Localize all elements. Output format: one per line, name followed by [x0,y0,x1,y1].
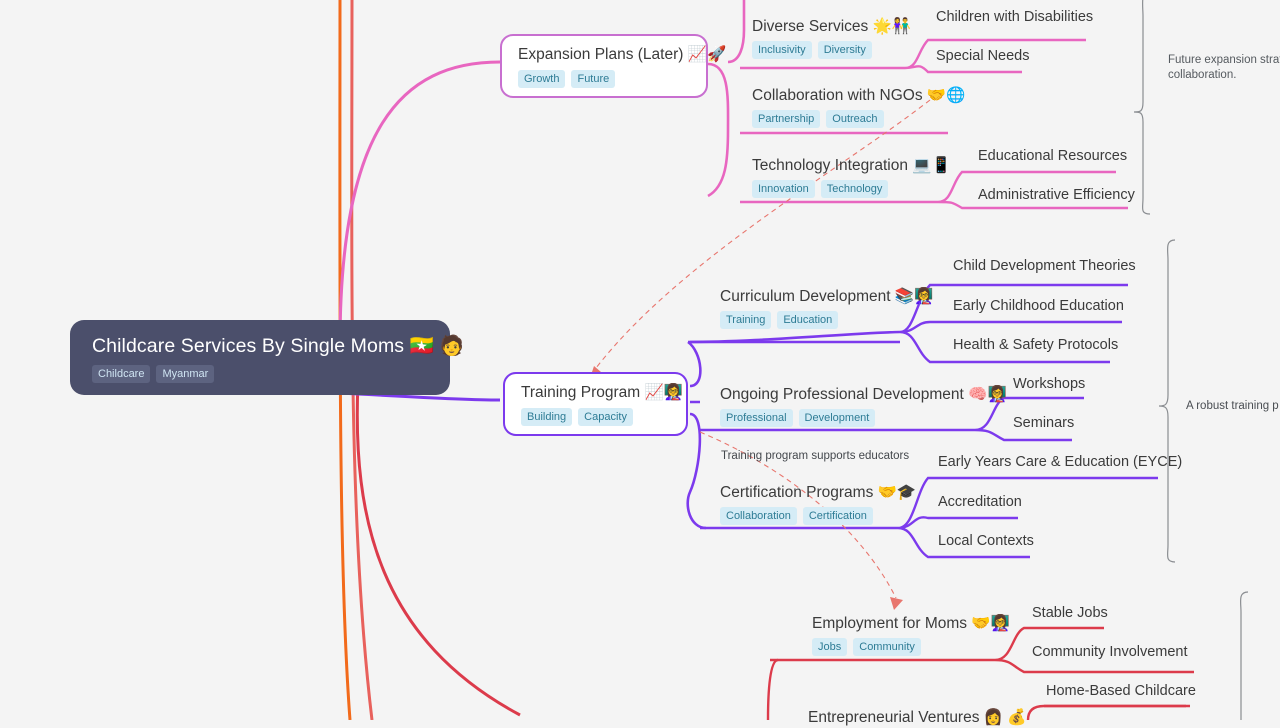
tag-future[interactable]: Future [571,70,616,88]
note-training-supports-educators: Training program supports educators [721,450,910,462]
leaf-accreditation[interactable]: Accreditation [938,493,1022,512]
node-training-program-tags: Building Capacity [521,408,672,426]
node-ongoing-professional-development-title: Ongoing Professional Development 🧠👩‍🏫 [720,386,1007,403]
edge-expansion-diverse [727,0,746,64]
node-curriculum-development-tags: Training Education [720,311,933,329]
tag-diversity[interactable]: Diversity [817,41,872,59]
tag-community[interactable]: Community [853,638,921,656]
leaf-workshops[interactable]: Workshops [1013,375,1085,394]
leaf-child-development-theories[interactable]: Child Development Theories [953,257,1136,276]
node-expansion-plans[interactable]: Expansion Plans (Later) 📈🚀 Growth Future [500,34,727,98]
node-training-program[interactable]: Training Program 📈👩‍🏫 Building Capacity [503,372,688,436]
tag-professional[interactable]: Professional [720,409,793,427]
tag-training[interactable]: Training [720,311,772,329]
tag-growth[interactable]: Growth [518,70,566,88]
edge-curriculum-join [687,330,901,344]
leaf-seminars[interactable]: Seminars [1013,414,1074,433]
leaf-health-safety-protocols[interactable]: Health & Safety Protocols [953,336,1118,355]
tag-education[interactable]: Education [777,311,839,329]
relation-arrowhead-employment [890,597,903,610]
root-node[interactable]: Childcare Services By Single Moms 🇲🇲 🧑 C… [70,320,464,395]
leaf-child-development-theories-label: Child Development Theories [953,258,1136,274]
leaf-administrative-efficiency-label: Administrative Efficiency [978,187,1135,203]
root-title: Childcare Services By Single Moms 🇲🇲 🧑 [92,335,464,357]
leaf-early-childhood-education[interactable]: Early Childhood Education [953,297,1124,316]
leaf-community-involvement[interactable]: Community Involvement [1032,643,1188,662]
node-curriculum-development[interactable]: Curriculum Development 📚👩‍🏫 Training Edu… [720,287,933,329]
node-certification-programs-title: Certification Programs 🤝🎓 [720,484,917,501]
tag-certification[interactable]: Certification [802,507,873,525]
edge-expansion-trunk [707,62,730,198]
leaf-local-contexts[interactable]: Local Contexts [938,532,1034,551]
tag-jobs[interactable]: Jobs [812,638,848,656]
summary-text-training: A robust training p [1186,400,1279,412]
node-collaboration-ngos-title: Collaboration with NGOs 🤝🌐 [752,87,966,104]
leaf-local-contexts-label: Local Contexts [938,533,1034,549]
node-diverse-services-tags: Inclusivity Diversity [752,41,911,59]
node-technology-integration[interactable]: Technology Integration 💻📱 Innovation Tec… [752,156,951,198]
leaf-accreditation-label: Accreditation [938,494,1022,510]
root-tag-myanmar[interactable]: Myanmar [156,365,215,383]
node-employment-for-moms[interactable]: Employment for Moms 🤝👩‍🏫 Jobs Community [812,614,1010,656]
node-entrepreneurial-ventures[interactable]: Entrepreneurial Ventures 👩 💰 [808,708,1027,728]
node-curriculum-development-title: Curriculum Development 📚👩‍🏫 [720,288,934,305]
node-entrepreneurial-ventures-title: Entrepreneurial Ventures 👩 💰 [808,709,1027,726]
node-diverse-services[interactable]: Diverse Services 🌟👫 Inclusivity Diversit… [752,17,911,59]
tag-collaboration[interactable]: Collaboration [720,507,797,525]
summary-text-expansion: Future expansion strate collaboration. [1168,54,1280,81]
leaf-seminars-label: Seminars [1013,415,1075,431]
leaf-eyce-label: Early Years Care & Education (EYCE) [938,454,1183,470]
node-technology-integration-tags: Innovation Technology [752,180,951,198]
node-collaboration-ngos[interactable]: Collaboration with NGOs 🤝🌐 Partnership O… [752,86,965,128]
tag-innovation[interactable]: Innovation [752,180,815,198]
leaf-stable-jobs[interactable]: Stable Jobs [1032,604,1108,623]
tag-inclusivity[interactable]: Inclusivity [752,41,812,59]
leaf-educational-resources-label: Educational Resources [978,148,1128,164]
leaf-administrative-efficiency[interactable]: Administrative Efficiency [978,186,1135,205]
tag-partnership[interactable]: Partnership [752,110,821,128]
node-expansion-plans-title: Expansion Plans (Later) 📈🚀 [518,46,727,63]
tag-building[interactable]: Building [521,408,573,426]
leaf-early-childhood-education-label: Early Childhood Education [953,298,1124,314]
leaf-community-involvement-label: Community Involvement [1032,644,1188,660]
node-training-program-title: Training Program 📈👩‍🏫 [521,384,684,401]
leaf-eyce[interactable]: Early Years Care & Education (EYCE) [938,453,1182,472]
node-employment-for-moms-title: Employment for Moms 🤝👩‍🏫 [812,615,1010,632]
leaf-educational-resources[interactable]: Educational Resources [978,147,1127,166]
summary-bracket-expansion [1133,0,1151,215]
node-certification-programs-tags: Collaboration Certification [720,507,916,525]
node-technology-integration-title: Technology Integration 💻📱 [752,157,951,174]
leaf-children-with-disabilities-label: Children with Disabilities [936,9,1094,25]
node-ongoing-professional-development[interactable]: Ongoing Professional Development 🧠👩‍🏫 Pr… [720,385,1007,427]
tag-outreach[interactable]: Outreach [826,110,884,128]
node-ongoing-professional-development-tags: Professional Development [720,409,1007,427]
edge-root-expansion [338,60,501,346]
edge-training-trunk [686,340,707,530]
root-tag-childcare[interactable]: Childcare [92,365,151,383]
leaf-workshops-label: Workshops [1013,376,1086,392]
node-employment-for-moms-tags: Jobs Community [812,638,1010,656]
root-tag-list: Childcare Myanmar [92,365,430,383]
tag-capacity[interactable]: Capacity [578,408,633,426]
edge-employment-trunk [766,658,779,720]
summary-bracket-employment [1239,591,1249,720]
mindmap-canvas[interactable]: Childcare Services By Single Moms 🇲🇲 🧑 C… [0,0,1280,726]
leaf-children-with-disabilities[interactable]: Children with Disabilities [936,8,1093,27]
edge-root-red [355,381,521,717]
tag-development[interactable]: Development [798,409,876,427]
leaf-home-based-childcare[interactable]: Home-Based Childcare [1046,682,1196,701]
leaf-health-safety-protocols-label: Health & Safety Protocols [953,337,1119,353]
node-expansion-plans-tags: Growth Future [518,70,692,88]
leaf-stable-jobs-label: Stable Jobs [1032,605,1108,621]
tag-technology[interactable]: Technology [820,180,889,198]
leaf-special-needs[interactable]: Special Needs [936,47,1030,66]
node-collaboration-ngos-tags: Partnership Outreach [752,110,965,128]
edge-ventures-home [1026,704,1186,720]
summary-bracket-training [1158,239,1176,563]
leaf-special-needs-label: Special Needs [936,48,1030,64]
leaf-home-based-childcare-label: Home-Based Childcare [1046,683,1196,699]
node-certification-programs[interactable]: Certification Programs 🤝🎓 Collaboration … [720,483,916,525]
node-diverse-services-title: Diverse Services 🌟👫 [752,18,912,35]
